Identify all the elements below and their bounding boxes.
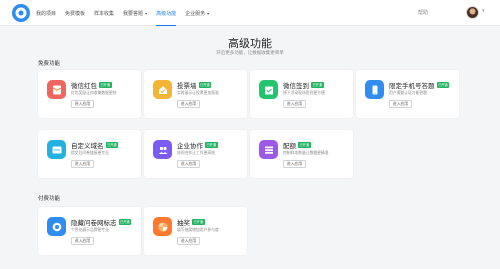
nav-sample-collection[interactable]: 样本收集 xyxy=(94,0,114,26)
feature-description: 红包奖励让你收集数据更快 xyxy=(71,90,117,95)
vote-wall-icon xyxy=(153,80,172,99)
feature-description: 实时展示让投票更加直观 xyxy=(177,90,219,95)
status-badge: 已开通 xyxy=(311,82,324,88)
custom-domain-icon xyxy=(47,140,66,159)
chevron-down-icon: ▾ xyxy=(145,10,148,16)
section-free-features: 免费功能 xyxy=(38,61,61,67)
team-collab-icon xyxy=(153,140,172,159)
feature-description: 用户需要认证才能答题 xyxy=(389,90,427,95)
feature-card: 微信红包 已开通 红包奖励让你收集数据更快 进入应用 xyxy=(38,70,141,118)
page-subtitle: 开启更多功能，让数据收集更简单 xyxy=(216,51,284,56)
red-packet-icon xyxy=(47,80,66,99)
feature-name: 配额 已开通 xyxy=(283,142,311,150)
feature-description: 提交后问卷链接更专业 xyxy=(71,150,109,155)
feature-description: 个性化展示品牌更专业 xyxy=(71,227,109,232)
status-badge: 已开通 xyxy=(198,82,212,88)
enter-app-button[interactable]: 进入应用 xyxy=(389,100,412,108)
feature-name: 企业协作 已开通 xyxy=(177,142,218,150)
nav-advanced-features[interactable]: 高级功能 xyxy=(156,0,177,26)
feature-card: 限定手机号答题 已开通 用户需要认证才能答题 进入应用 xyxy=(356,70,459,118)
chevron-down-icon[interactable]: ▾ xyxy=(482,8,485,14)
status-badge: 已开通 xyxy=(298,142,311,148)
main-nav: 我的项目 免费模板 样本收集 我要答题 ▾ 高级功能 企业服务 ▾ xyxy=(36,0,209,26)
feature-name: 自定义域名 已开通 xyxy=(71,142,119,150)
nav-enterprise-services[interactable]: 企业服务 ▾ xyxy=(185,0,209,26)
status-badge: 已开通 xyxy=(436,82,450,88)
section-paid-features: 付费功能 xyxy=(38,196,61,202)
enter-app-button[interactable]: 进入应用 xyxy=(177,100,200,108)
feature-card: 隐藏问卷网标志 已开通 个性化展示品牌更专业 进入应用 xyxy=(38,207,141,255)
quota-icon xyxy=(259,140,278,159)
enter-app-button[interactable]: 进入应用 xyxy=(71,160,94,168)
feature-name: 抽奖 已开通 xyxy=(177,219,205,227)
feature-description: 线下活动现场签到更方便 xyxy=(283,90,325,95)
nav-answer-surveys[interactable]: 我要答题 ▾ xyxy=(123,0,147,26)
feature-name: 隐藏问卷网标志 已开通 xyxy=(71,219,132,227)
enter-app-button[interactable]: 进入应用 xyxy=(177,160,200,168)
feature-card: 自定义域名 已开通 提交后问卷链接更专业 进入应用 xyxy=(38,130,141,178)
phone-limit-icon xyxy=(365,80,384,99)
enter-app-button[interactable]: 进入应用 xyxy=(283,100,306,108)
feature-card: 配额 已开通 控制样本数量让数据更精准 进入应用 xyxy=(250,130,353,178)
feature-description: 控制样本数量让数据更精准 xyxy=(283,150,329,155)
feature-card: 企业协作 已开通 协同合作让工作更高效 进入应用 xyxy=(144,130,247,178)
feature-name: 微信签到 已开通 xyxy=(283,82,324,90)
hide-logo-icon xyxy=(47,217,66,236)
status-badge: 已开通 xyxy=(205,142,218,148)
enter-app-button[interactable]: 进入应用 xyxy=(71,237,94,245)
avatar[interactable] xyxy=(466,6,479,19)
lottery-icon xyxy=(153,217,172,236)
top-navigation-bar: 我的项目 免费模板 样本收集 我要答题 ▾ 高级功能 企业服务 ▾ 帮助 ▾ xyxy=(0,0,500,26)
help-link[interactable]: 帮助 xyxy=(418,9,428,16)
enter-app-button[interactable]: 进入应用 xyxy=(71,100,94,108)
status-badge: 已开通 xyxy=(118,219,132,225)
enter-app-button[interactable]: 进入应用 xyxy=(177,237,200,245)
feature-card: 抽奖 已开通 填写抽奖增加用户参与度 进入应用 xyxy=(144,207,247,255)
feature-name: 投票墙 已开通 xyxy=(177,82,212,90)
feature-card: 投票墙 已开通 实时展示让投票更加直观 进入应用 xyxy=(144,70,247,118)
status-badge: 已开通 xyxy=(99,82,112,88)
chevron-down-icon: ▾ xyxy=(207,10,210,16)
logo-icon[interactable] xyxy=(11,3,31,23)
page-title: 高级功能 xyxy=(228,37,272,50)
feature-card: 微信签到 已开通 线下活动现场签到更方便 进入应用 xyxy=(250,70,353,118)
enter-app-button[interactable]: 进入应用 xyxy=(283,160,306,168)
status-badge: 已开通 xyxy=(105,142,119,148)
nav-free-templates[interactable]: 免费模板 xyxy=(65,0,85,26)
nav-my-projects[interactable]: 我的项目 xyxy=(36,0,56,26)
checkin-icon xyxy=(259,80,278,99)
feature-name: 微信红包 已开通 xyxy=(71,82,112,90)
feature-description: 协同合作让工作更高效 xyxy=(177,150,215,155)
feature-name: 限定手机号答题 已开通 xyxy=(389,82,450,90)
status-badge: 已开通 xyxy=(192,219,205,225)
feature-description: 填写抽奖增加用户参与度 xyxy=(177,227,219,232)
